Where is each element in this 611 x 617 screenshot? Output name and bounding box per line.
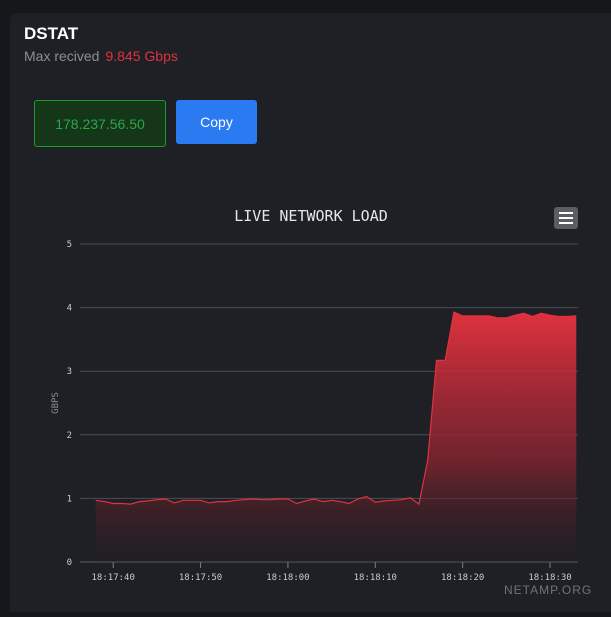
y-axis-ticks: 0 1 2 3 4 5 — [67, 240, 72, 568]
x-tick-label: 18:18:00 — [266, 573, 309, 583]
series-group — [95, 311, 577, 562]
y-tick-label: 4 — [67, 304, 72, 314]
x-tick-label: 18:17:50 — [179, 573, 222, 583]
network-load-chart: LIVE NETWORK LOAD GBPS 012345 18:17:40 18… — [0, 0, 611, 612]
y-tick-label: 1 — [67, 494, 72, 504]
x-tick-label: 18:18:10 — [354, 573, 397, 583]
x-axis-ticks: 18:17:40 18:17:50 18:18:00 18:18:10 18:18:20… — [92, 562, 572, 583]
x-tick-label: 18:18:30 — [528, 573, 571, 583]
chart-title: LIVE NETWORK LOAD — [234, 207, 388, 225]
x-tick-label: 18:18:20 — [441, 573, 484, 583]
y-tick-label: 0 — [67, 558, 72, 568]
series-area — [95, 312, 577, 562]
y-tick-label: 5 — [67, 240, 72, 250]
chart-svg: LIVE NETWORK LOAD GBPS 012345 18:17:40 18… — [51, 207, 578, 583]
y-tick-label: 2 — [67, 431, 72, 441]
x-tick-label: 18:17:40 — [92, 573, 135, 583]
y-tick-label: 3 — [67, 367, 72, 377]
y-axis-label: GBPS — [51, 392, 61, 414]
